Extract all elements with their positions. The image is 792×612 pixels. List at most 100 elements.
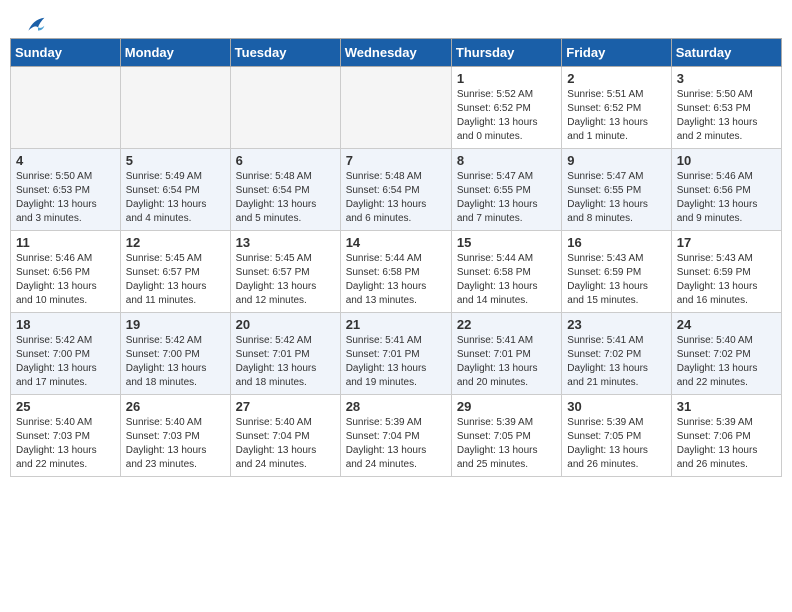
day-info-line: Sunset: 6:54 PM (346, 184, 446, 198)
day-info-line: Sunrise: 5:43 AM (567, 252, 665, 266)
day-info-line: Daylight: 13 hours (677, 280, 776, 294)
day-info-line: Daylight: 13 hours (457, 362, 556, 376)
day-number: 6 (236, 153, 335, 168)
day-number: 28 (346, 399, 446, 414)
table-row: 15Sunrise: 5:44 AMSunset: 6:58 PMDayligh… (451, 231, 561, 313)
calendar-week-row: 18Sunrise: 5:42 AMSunset: 7:00 PMDayligh… (11, 313, 782, 395)
day-info-line: Sunset: 7:03 PM (16, 430, 115, 444)
page-header (0, 0, 792, 38)
day-info-line: Daylight: 13 hours (236, 198, 335, 212)
calendar-wrapper: Sunday Monday Tuesday Wednesday Thursday… (0, 38, 792, 477)
day-number: 9 (567, 153, 665, 168)
day-info-line: Daylight: 13 hours (677, 198, 776, 212)
day-info-line: Sunset: 7:00 PM (16, 348, 115, 362)
day-info-line: Sunrise: 5:41 AM (457, 334, 556, 348)
day-info-line: Daylight: 13 hours (567, 198, 665, 212)
header-friday: Friday (562, 39, 671, 67)
day-info-line: Sunset: 7:02 PM (567, 348, 665, 362)
table-row: 10Sunrise: 5:46 AMSunset: 6:56 PMDayligh… (671, 149, 781, 231)
table-row (120, 67, 230, 149)
day-info-line: and 26 minutes. (677, 458, 776, 472)
table-row: 23Sunrise: 5:41 AMSunset: 7:02 PMDayligh… (562, 313, 671, 395)
day-info-line: and 3 minutes. (16, 212, 115, 226)
day-info-line: Sunset: 6:52 PM (567, 102, 665, 116)
day-info-line: and 24 minutes. (346, 458, 446, 472)
day-info-line: and 15 minutes. (567, 294, 665, 308)
day-info-line: and 24 minutes. (236, 458, 335, 472)
day-info-line: and 18 minutes. (126, 376, 225, 390)
day-info-line: Sunset: 7:04 PM (236, 430, 335, 444)
day-info-line: Sunset: 6:56 PM (16, 266, 115, 280)
day-info-line: Sunset: 6:59 PM (567, 266, 665, 280)
calendar-week-row: 25Sunrise: 5:40 AMSunset: 7:03 PMDayligh… (11, 395, 782, 477)
day-info-line: Daylight: 13 hours (126, 280, 225, 294)
day-info-line: and 5 minutes. (236, 212, 335, 226)
header-tuesday: Tuesday (230, 39, 340, 67)
day-info-line: Daylight: 13 hours (346, 280, 446, 294)
table-row: 9Sunrise: 5:47 AMSunset: 6:55 PMDaylight… (562, 149, 671, 231)
day-info-line: Sunrise: 5:41 AM (346, 334, 446, 348)
day-info-line: Daylight: 13 hours (567, 280, 665, 294)
logo-bird-icon (22, 16, 46, 34)
day-info-line: Daylight: 13 hours (16, 362, 115, 376)
day-info-line: Sunrise: 5:46 AM (16, 252, 115, 266)
day-number: 3 (677, 71, 776, 86)
day-info-line: and 13 minutes. (346, 294, 446, 308)
day-number: 8 (457, 153, 556, 168)
day-number: 30 (567, 399, 665, 414)
day-info-line: Daylight: 13 hours (677, 116, 776, 130)
logo (20, 16, 46, 30)
day-number: 27 (236, 399, 335, 414)
day-info-line: Sunset: 6:57 PM (236, 266, 335, 280)
table-row: 24Sunrise: 5:40 AMSunset: 7:02 PMDayligh… (671, 313, 781, 395)
day-info-line: Daylight: 13 hours (126, 362, 225, 376)
day-info-line: Daylight: 13 hours (567, 444, 665, 458)
day-number: 19 (126, 317, 225, 332)
day-number: 24 (677, 317, 776, 332)
day-info-line: and 26 minutes. (567, 458, 665, 472)
day-info-line: Sunset: 7:03 PM (126, 430, 225, 444)
day-info-line: Sunrise: 5:49 AM (126, 170, 225, 184)
day-info-line: Daylight: 13 hours (236, 444, 335, 458)
table-row (340, 67, 451, 149)
day-info-line: Sunrise: 5:45 AM (126, 252, 225, 266)
day-number: 18 (16, 317, 115, 332)
day-info-line: and 0 minutes. (457, 130, 556, 144)
day-info-line: Daylight: 13 hours (457, 198, 556, 212)
table-row: 11Sunrise: 5:46 AMSunset: 6:56 PMDayligh… (11, 231, 121, 313)
day-number: 13 (236, 235, 335, 250)
calendar-table: Sunday Monday Tuesday Wednesday Thursday… (10, 38, 782, 477)
table-row: 19Sunrise: 5:42 AMSunset: 7:00 PMDayligh… (120, 313, 230, 395)
table-row: 21Sunrise: 5:41 AMSunset: 7:01 PMDayligh… (340, 313, 451, 395)
day-info-line: Sunrise: 5:47 AM (457, 170, 556, 184)
day-number: 2 (567, 71, 665, 86)
day-info-line: Sunrise: 5:48 AM (346, 170, 446, 184)
table-row: 25Sunrise: 5:40 AMSunset: 7:03 PMDayligh… (11, 395, 121, 477)
day-number: 11 (16, 235, 115, 250)
day-info-line: Sunset: 6:54 PM (236, 184, 335, 198)
table-row: 5Sunrise: 5:49 AMSunset: 6:54 PMDaylight… (120, 149, 230, 231)
day-info-line: Daylight: 13 hours (457, 116, 556, 130)
day-info-line: and 7 minutes. (457, 212, 556, 226)
day-info-line: Sunrise: 5:48 AM (236, 170, 335, 184)
day-info-line: Sunrise: 5:50 AM (677, 88, 776, 102)
table-row: 26Sunrise: 5:40 AMSunset: 7:03 PMDayligh… (120, 395, 230, 477)
table-row: 31Sunrise: 5:39 AMSunset: 7:06 PMDayligh… (671, 395, 781, 477)
day-info-line: Daylight: 13 hours (236, 362, 335, 376)
day-info-line: Sunset: 6:53 PM (677, 102, 776, 116)
day-info-line: Daylight: 13 hours (457, 444, 556, 458)
table-row: 14Sunrise: 5:44 AMSunset: 6:58 PMDayligh… (340, 231, 451, 313)
day-info-line: Daylight: 13 hours (16, 444, 115, 458)
day-number: 16 (567, 235, 665, 250)
day-info-line: Daylight: 13 hours (677, 444, 776, 458)
day-info-line: and 6 minutes. (346, 212, 446, 226)
day-number: 10 (677, 153, 776, 168)
day-info-line: Sunset: 6:53 PM (16, 184, 115, 198)
day-info-line: and 19 minutes. (346, 376, 446, 390)
day-info-line: and 23 minutes. (126, 458, 225, 472)
day-info-line: Sunrise: 5:50 AM (16, 170, 115, 184)
day-info-line: Sunset: 7:00 PM (126, 348, 225, 362)
day-info-line: and 9 minutes. (677, 212, 776, 226)
table-row: 27Sunrise: 5:40 AMSunset: 7:04 PMDayligh… (230, 395, 340, 477)
header-sunday: Sunday (11, 39, 121, 67)
